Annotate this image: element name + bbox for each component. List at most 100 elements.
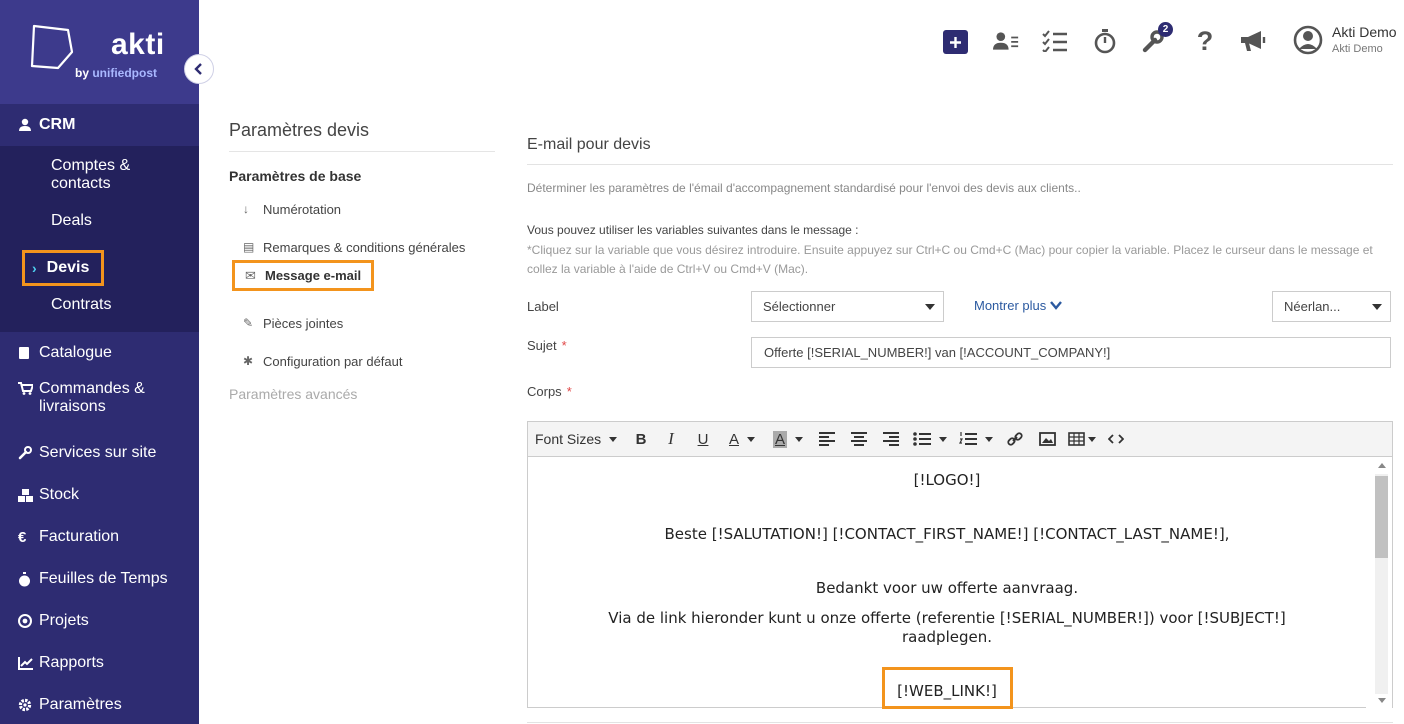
highlight-color-button[interactable]: A — [765, 427, 811, 451]
bold-button[interactable]: B — [627, 427, 655, 451]
insert-link-button[interactable] — [999, 427, 1031, 451]
sidebar-item-facturation[interactable]: € Facturation — [0, 516, 199, 558]
brand-tagline: by unifiedpost — [75, 66, 157, 80]
sidebar-subitem-label: Devis — [46, 259, 90, 276]
subject-input[interactable]: Offerte [!SERIAL_NUMBER!] van [!ACCOUNT_… — [751, 337, 1391, 368]
sidebar-item-catalogue[interactable]: Catalogue — [0, 332, 199, 374]
scrollbar-thumb[interactable] — [1375, 476, 1388, 558]
insert-table-button[interactable] — [1063, 427, 1101, 451]
sidebar-item-parametres[interactable]: Paramètres — [0, 684, 199, 724]
sidebar-item-services[interactable]: Services sur site — [0, 432, 199, 474]
editor-line-link-intro: Via de link hieronder kunt u onze offert… — [608, 609, 1286, 646]
settings-item-pieces-jointes[interactable]: ✎ Pièces jointes — [229, 304, 495, 342]
collapse-sidebar-button[interactable] — [184, 54, 214, 84]
editor-line-logo: [!LOGO!] — [913, 471, 981, 489]
sidebar-item-projets[interactable]: Projets — [0, 600, 199, 642]
rich-text-editor: Font Sizes B I U A A [!LOGO!] Beste [!SA… — [527, 421, 1393, 708]
caret-down-icon — [939, 436, 947, 442]
wrench-icon — [18, 446, 39, 460]
settings-item-configuration[interactable]: ✱ Configuration par défaut — [229, 342, 495, 380]
sidebar-subitem-contrats[interactable]: Contrats — [0, 284, 199, 326]
editor-toolbar: Font Sizes B I U A A — [528, 422, 1392, 457]
settings-item-message-email[interactable]: ✉ Message e-mail — [232, 260, 374, 291]
settings-item-label: Configuration par défaut — [263, 353, 403, 369]
sidebar-item-rapports[interactable]: Rapports — [0, 642, 199, 684]
timer-button[interactable] — [1092, 28, 1118, 54]
text-color-button[interactable]: A — [719, 427, 765, 451]
settings-item-label: Remarques & conditions générales — [263, 239, 466, 255]
label-select[interactable]: Sélectionner — [751, 291, 944, 322]
caret-down-icon — [747, 436, 755, 442]
sidebar-item-label: Paramètres — [39, 696, 122, 713]
sidebar-item-commandes[interactable]: Commandes & livraisons — [0, 374, 199, 432]
chevron-left-icon — [194, 63, 202, 75]
italic-icon: I — [668, 429, 674, 448]
sidebar-nav-main: Catalogue Commandes & livraisons Service… — [0, 332, 199, 724]
envelope-icon: ✉ — [245, 267, 256, 283]
scroll-down-icon[interactable] — [1378, 698, 1386, 703]
cart-icon — [18, 382, 39, 395]
required-mark: * — [566, 384, 572, 399]
settings-item-numerotation[interactable]: ↓ Numérotation — [229, 190, 495, 228]
tasks-button[interactable] — [1042, 28, 1068, 54]
checklist-icon — [1042, 30, 1067, 52]
contacts-list-button[interactable] — [993, 28, 1019, 54]
body-label-text: Corps — [527, 384, 562, 399]
language-select-value: Néerlan... — [1284, 299, 1341, 314]
bullet-list-button[interactable] — [907, 427, 953, 451]
align-right-button[interactable] — [875, 427, 907, 451]
editor-scrollbar[interactable] — [1366, 458, 1392, 708]
code-icon — [1108, 434, 1124, 444]
user-icon — [18, 118, 39, 132]
sidebar-item-label: CRM — [39, 116, 76, 133]
sidebar-item-stock[interactable]: Stock — [0, 474, 199, 516]
user-menu[interactable]: Akti Demo Akti Demo — [1293, 24, 1397, 55]
caret-down-icon — [1372, 304, 1382, 310]
variables-title: Vous pouvez utiliser les variables suiva… — [527, 223, 859, 237]
insert-image-button[interactable] — [1031, 427, 1063, 451]
euro-icon: € — [18, 528, 27, 546]
font-sizes-dropdown[interactable]: Font Sizes — [535, 427, 627, 451]
title-divider — [527, 164, 1393, 165]
settings-title: Paramètres devis — [229, 120, 495, 152]
sort-icon: ↓ — [243, 202, 249, 216]
tools-button[interactable]: 2 — [1141, 22, 1173, 54]
italic-button[interactable]: I — [655, 427, 687, 451]
align-center-button[interactable] — [843, 427, 875, 451]
underline-button[interactable]: U — [687, 427, 719, 451]
align-left-button[interactable] — [811, 427, 843, 451]
subject-label: Sujet * — [527, 338, 567, 353]
settings-section-advanced[interactable]: Paramètres avancés — [229, 386, 495, 402]
sidebar-item-label: Commandes & livraisons — [39, 380, 145, 415]
akti-logo-icon — [30, 24, 74, 70]
caret-down-icon — [609, 436, 618, 442]
sidebar: akti by unifiedpost CRM Comptes & contac… — [0, 0, 199, 724]
sidebar-subitem-devis[interactable]: › Devis — [22, 250, 104, 286]
numbered-list-button[interactable] — [953, 427, 999, 451]
text-color-icon: A — [728, 430, 739, 448]
caret-down-icon — [925, 304, 935, 310]
label-field-label: Label — [527, 299, 559, 314]
help-button[interactable]: ? — [1192, 26, 1218, 56]
source-code-button[interactable] — [1101, 427, 1131, 451]
show-more-label: Montrer plus — [974, 298, 1047, 313]
target-icon — [18, 614, 39, 628]
required-mark: * — [561, 338, 567, 353]
sidebar-subitem-deals[interactable]: Deals — [0, 200, 199, 242]
sidebar-item-feuilles-temps[interactable]: Feuilles de Temps — [0, 558, 199, 600]
web-link-highlight — [882, 667, 1013, 709]
user-name: Akti Demo — [1332, 24, 1397, 40]
subject-label-text: Sujet — [527, 338, 557, 353]
image-icon — [1038, 432, 1056, 446]
sidebar-item-crm[interactable]: CRM — [0, 104, 199, 146]
language-select[interactable]: Néerlan... — [1272, 291, 1391, 322]
sidebar-item-label: Facturation — [39, 528, 120, 545]
add-button[interactable] — [943, 30, 968, 54]
scroll-up-icon[interactable] — [1378, 463, 1386, 468]
sidebar-subitem-comptes-contacts[interactable]: Comptes & contacts — [0, 150, 199, 200]
sidebar-item-label: Feuilles de Temps — [39, 570, 168, 587]
show-more-link[interactable]: Montrer plus — [974, 298, 1063, 313]
announcements-button[interactable] — [1239, 28, 1269, 54]
sidebar-item-label: Catalogue — [39, 344, 112, 361]
book-icon — [18, 346, 39, 360]
